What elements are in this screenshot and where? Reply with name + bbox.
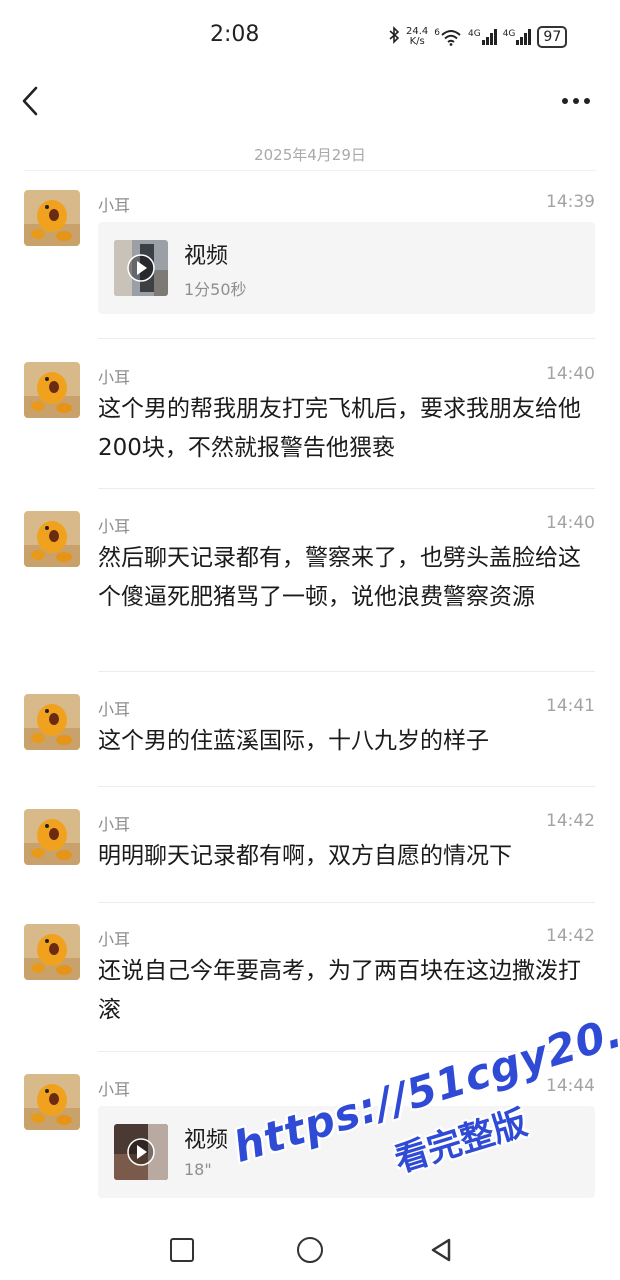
- bluetooth-icon: [388, 26, 400, 48]
- message-text: 还说自己今年要高考，为了两百块在这边撒泼打滚: [98, 958, 581, 1023]
- divider: [24, 170, 596, 171]
- system-navigation-bar: [0, 1222, 620, 1280]
- video-title: 视频: [184, 244, 229, 269]
- status-icons: 24.4 K/s 6 4G 4G 97: [388, 24, 568, 50]
- status-time: 2:08: [210, 22, 260, 47]
- recent-apps-icon[interactable]: [170, 1238, 194, 1262]
- battery-icon: 97: [537, 26, 568, 48]
- sender-name: 小耳: [98, 368, 131, 387]
- message-text: 然后聊天记录都有，警察来了，也劈头盖脸给这个傻逼死肥猪骂了一顿，说他浪费警察资源: [98, 545, 581, 610]
- message-text: 明明聊天记录都有啊，双方自愿的情况下: [98, 843, 512, 869]
- message-time: 14:42: [546, 926, 595, 946]
- avatar[interactable]: [24, 511, 80, 567]
- video-message-card[interactable]: 视频 18": [98, 1106, 595, 1198]
- sender-name: 小耳: [98, 700, 131, 719]
- message-time: 14:44: [546, 1076, 595, 1096]
- home-icon[interactable]: [297, 1237, 323, 1263]
- divider: [98, 671, 595, 672]
- message-time: 14:42: [546, 811, 595, 831]
- date-separator: 2025年4月29日: [254, 146, 366, 164]
- message-text: 这个男的住蓝溪国际，十八九岁的样子: [98, 728, 489, 754]
- message-text: 这个男的帮我朋友打完飞机后，要求我朋友给他200块，不然就报警告他猥亵: [98, 396, 581, 461]
- avatar[interactable]: [24, 694, 80, 750]
- network-speed: 24.4 K/s: [406, 27, 428, 47]
- divider: [98, 1051, 595, 1052]
- speed-unit: K/s: [409, 36, 425, 47]
- more-options-icon: [562, 98, 590, 104]
- video-duration: 1分50秒: [184, 280, 247, 299]
- network-type-1: 4G: [468, 29, 481, 39]
- divider: [98, 902, 595, 903]
- sender-name: 小耳: [98, 196, 131, 215]
- message-time: 14:40: [546, 513, 595, 533]
- avatar[interactable]: [24, 190, 80, 246]
- signal-icon: 4G: [468, 29, 497, 45]
- divider: [98, 338, 595, 339]
- sender-name: 小耳: [98, 815, 131, 834]
- divider: [98, 488, 595, 489]
- back-arrow-icon: [22, 86, 38, 116]
- divider: [98, 786, 595, 787]
- avatar[interactable]: [24, 924, 80, 980]
- sender-name: 小耳: [98, 1080, 131, 1099]
- wifi-icon: 6: [434, 28, 462, 46]
- video-duration: 18": [184, 1160, 212, 1179]
- back-button[interactable]: [16, 84, 50, 118]
- sender-name: 小耳: [98, 517, 131, 536]
- message-time: 14:41: [546, 696, 595, 716]
- video-thumbnail: [114, 240, 168, 296]
- more-options-button[interactable]: [556, 86, 596, 116]
- network-type-2: 4G: [502, 29, 516, 39]
- signal-icon: 4G: [503, 29, 532, 45]
- video-thumbnail: [114, 1124, 168, 1180]
- avatar[interactable]: [24, 809, 80, 865]
- message-time: 14:39: [546, 192, 595, 212]
- video-title: 视频: [184, 1128, 229, 1153]
- status-bar: 2:08 24.4 K/s 6 4G 4G 97: [0, 0, 620, 70]
- sender-name: 小耳: [98, 930, 131, 949]
- avatar[interactable]: [24, 362, 80, 418]
- video-message-card[interactable]: 视频 1分50秒: [98, 222, 595, 314]
- message-time: 14:40: [546, 364, 595, 384]
- nav-back-icon[interactable]: [428, 1236, 454, 1264]
- avatar[interactable]: [24, 1074, 80, 1130]
